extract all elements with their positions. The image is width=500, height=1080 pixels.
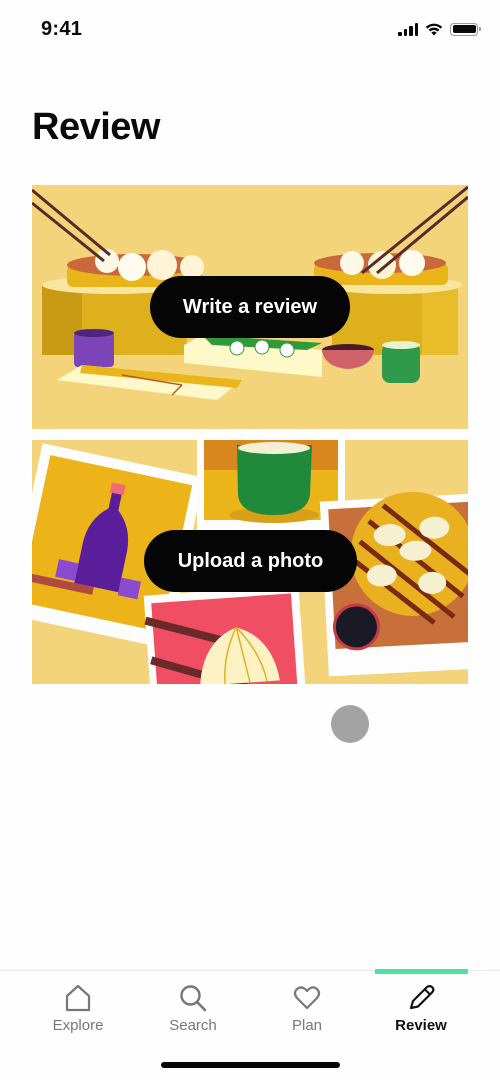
tab-plan[interactable]: Plan xyxy=(257,971,357,1041)
tab-explore[interactable]: Explore xyxy=(28,971,128,1041)
tab-review[interactable]: Review xyxy=(371,971,471,1041)
status-icons xyxy=(398,22,481,36)
heart-icon xyxy=(293,986,321,1010)
tab-label: Search xyxy=(169,1017,217,1034)
upload-photo-card[interactable]: Upload a photo xyxy=(32,440,468,684)
touch-indicator xyxy=(331,705,369,743)
status-bar: 9:41 xyxy=(0,0,500,60)
home-indicator xyxy=(161,1062,340,1068)
status-time: 9:41 xyxy=(41,18,83,40)
page-title: Review xyxy=(32,106,160,148)
wifi-icon xyxy=(425,23,443,36)
pencil-icon xyxy=(409,985,435,1010)
write-review-card[interactable]: Write a review xyxy=(32,185,468,429)
tab-search[interactable]: Search xyxy=(143,971,243,1041)
home-icon xyxy=(65,984,91,1012)
cellular-signal-icon xyxy=(398,22,418,36)
search-icon xyxy=(180,985,207,1012)
tab-label: Review xyxy=(395,1017,447,1034)
tab-label: Explore xyxy=(52,1017,104,1034)
battery-icon xyxy=(450,22,481,36)
upload-photo-button[interactable]: Upload a photo xyxy=(144,530,357,592)
write-review-button[interactable]: Write a review xyxy=(150,276,350,338)
tab-label: Plan xyxy=(291,1017,323,1034)
